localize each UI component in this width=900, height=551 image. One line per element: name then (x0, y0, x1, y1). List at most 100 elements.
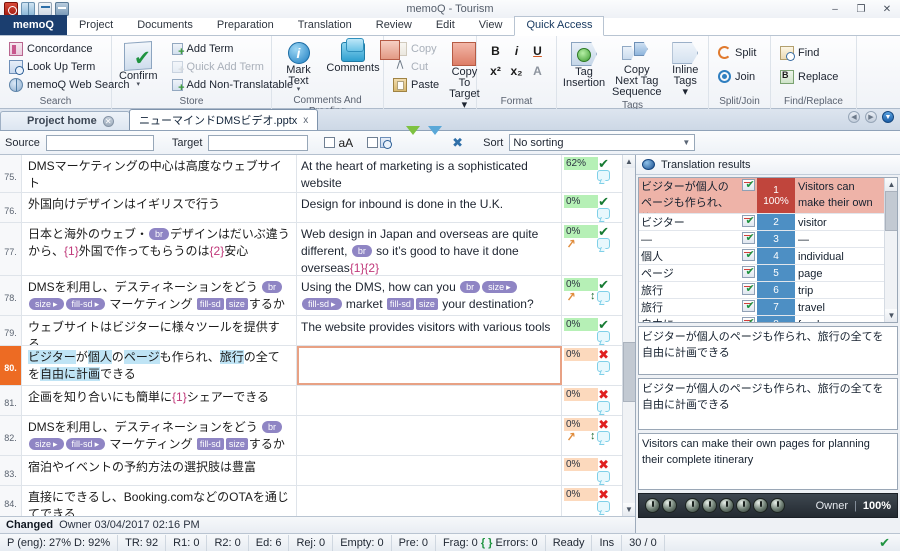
ribbon-tab-strip[interactable]: memoQ Project Documents Preparation Tran… (0, 15, 900, 36)
target-cell[interactable]: At the heart of marketing is a sophistic… (297, 155, 562, 193)
list-item[interactable]: ページ 5 page (639, 265, 884, 282)
status-cell[interactable]: 0% ✔ ↗ ↕ (562, 276, 622, 315)
segment-split-icon[interactable]: ↕ (590, 290, 596, 302)
status-cell[interactable]: 0% ✔ (562, 193, 622, 222)
mark-text-dropdown-arrow-icon[interactable]: ▾ (297, 86, 301, 93)
sort-select[interactable]: No sorting ▼ (509, 134, 696, 151)
underline-button[interactable]: U (530, 43, 545, 58)
list-item[interactable]: 旅行 6 trip (639, 282, 884, 299)
ribbon-tab-project[interactable]: Project (67, 16, 125, 35)
tab-project-home[interactable]: Project home ✕ (0, 111, 130, 130)
next-arrow-icon[interactable]: ▶ (865, 111, 877, 123)
clear-formatting-button[interactable]: A (530, 63, 545, 78)
comment-bubble-icon[interactable] (597, 501, 610, 513)
inline-tag[interactable]: size (29, 437, 64, 450)
replace-button[interactable]: Replace (775, 68, 843, 85)
tag-mismatch-icon[interactable]: ↗ (565, 289, 577, 304)
memoq-logo-icon[interactable] (4, 2, 18, 16)
comment-bubble-icon[interactable] (597, 290, 610, 302)
table-row[interactable]: 84. 直接にできるし、Booking.comなどのOTAを通じてできる 0% ✖ (0, 486, 622, 516)
ribbon-tab-view[interactable]: View (467, 16, 515, 35)
knob-icon[interactable] (753, 498, 768, 513)
ribbon-tab-edit[interactable]: Edit (424, 16, 467, 35)
row-number[interactable]: 80. (0, 345, 22, 385)
scroll-thumb[interactable] (622, 342, 635, 403)
filter-options-button[interactable] (427, 126, 443, 150)
cut-button[interactable]: Cut (388, 58, 444, 75)
italic-button[interactable]: i (509, 43, 524, 58)
close-icon[interactable]: ✕ (102, 115, 114, 127)
comment-bubble-icon[interactable] (597, 400, 610, 412)
row-number[interactable]: 76. (0, 193, 22, 223)
translation-grid-rows[interactable]: 75. DMSマーケティングの中心は高度なウェブサイト At the heart o… (0, 155, 622, 516)
document-tab-strip[interactable]: Project home ✕ ニューマインドDMSビデオ.pptx x ◀ ▶ … (0, 109, 900, 131)
source-cell[interactable]: 日本と海外のウェブ・ br デザインはだいぶ違うから、{1}外国で作ってもらうのは{… (22, 223, 297, 275)
table-row[interactable]: 78.DMSを利用し、デスティネーションをどう brsizefill-sd マー… (0, 275, 622, 316)
inline-tag[interactable]: size (29, 297, 64, 310)
source-cell[interactable]: 外国向けデザインはイギリスで行う (22, 193, 297, 223)
results-vertical-scrollbar[interactable]: ▲ ▼ (884, 178, 897, 322)
source-cell[interactable]: ビジターが個人のページも作られ、旅行の全てを自由に計画できる (22, 345, 297, 385)
comment-bubble-icon[interactable] (597, 430, 610, 442)
inline-tag[interactable]: br (460, 280, 481, 293)
source-cell[interactable]: DMSマーケティングの中心は高度なウェブサイト (22, 155, 297, 193)
scroll-track[interactable] (885, 191, 897, 309)
source-cell[interactable]: 宿泊やイベントの予約方法の選択肢は豊富 (22, 456, 297, 486)
target-cell[interactable] (297, 385, 562, 415)
source-cell[interactable]: DMSを利用し、デスティネーションをどう brsizefill-sd マーケティ… (22, 275, 297, 315)
quick-access-toolbar[interactable] (0, 2, 69, 16)
knob-icon[interactable] (645, 498, 660, 513)
scroll-down-arrow-icon[interactable]: ▼ (885, 309, 897, 322)
tag-mismatch-icon[interactable]: ↗ (565, 237, 577, 252)
table-row[interactable]: 79. ウェブサイトはビジターに様々ツールを提供する The website pro… (0, 315, 622, 346)
find-button[interactable]: Find (775, 44, 843, 61)
split-button[interactable]: Split (713, 44, 761, 61)
target-filter-input[interactable] (208, 134, 309, 151)
globe-icon[interactable] (21, 2, 35, 16)
scroll-track[interactable] (622, 168, 635, 503)
paste-button[interactable]: Paste (388, 76, 444, 93)
source-cell[interactable]: DMSを利用し、デスティネーションをどう brsizefill-sd マーケティ… (22, 415, 297, 456)
database-icon[interactable] (55, 2, 69, 16)
copy-next-tag-sequence-button[interactable]: Copy Next Tag Sequence (609, 40, 665, 100)
translation-results-list[interactable]: ビジターが個人のページも作られ、旅行 ...1100%Visitors can … (638, 177, 898, 323)
status-cell[interactable]: 0% ✖ (562, 346, 622, 385)
source-cell[interactable]: ウェブサイトはビジターに様々ツールを提供する (22, 315, 297, 345)
tab-nav-buttons[interactable]: ◀ ▶ ▼ (848, 111, 894, 123)
join-button[interactable]: Join (713, 68, 761, 85)
ribbon-tab-preparation[interactable]: Preparation (205, 16, 286, 35)
target-cell[interactable]: Design for inbound is done in the U.K. (297, 193, 562, 223)
inline-tag[interactable]: size (482, 280, 517, 293)
table-row[interactable]: 81. 企画を知り合いにも簡単に{1}シェアーできる 0% ✖ (0, 385, 622, 416)
row-number[interactable]: 75. (0, 155, 22, 193)
row-number[interactable]: 81. (0, 385, 22, 415)
status-cell[interactable]: 0% ✖ (562, 456, 622, 485)
case-sensitive-checkbox[interactable] (324, 137, 336, 148)
comment-bubble-icon[interactable] (597, 170, 610, 181)
row-number[interactable]: 79. (0, 315, 22, 345)
apply-filter-button[interactable] (405, 126, 421, 150)
inline-tag[interactable]: fill-sd (196, 297, 224, 310)
knob-icon[interactable] (719, 498, 734, 513)
knob-icon[interactable] (685, 498, 700, 513)
knob-icon[interactable] (662, 498, 677, 513)
list-item[interactable]: 自由に 8 freely (639, 316, 884, 322)
ribbon-tab-quick-access[interactable]: Quick Access (514, 16, 605, 36)
ribbon-tab-translation[interactable]: Translation (286, 16, 364, 35)
table-row[interactable]: 75. DMSマーケティングの中心は高度なウェブサイト At the heart o… (0, 155, 622, 194)
regex-checkbox[interactable] (367, 137, 379, 148)
prev-arrow-icon[interactable]: ◀ (848, 111, 860, 123)
translation-results-rows[interactable]: ビジターが個人のページも作られ、旅行 ...1100%Visitors can … (639, 178, 884, 322)
confirm-button[interactable]: ✔ Confirm ▾ (116, 40, 161, 90)
inline-tag[interactable]: fill-sd (65, 297, 106, 310)
list-item[interactable]: 旅行 7 travel (639, 299, 884, 316)
knob-icon[interactable] (770, 498, 785, 513)
segment-split-icon[interactable]: ↕ (590, 430, 596, 442)
close-button[interactable]: ✕ (874, 0, 900, 18)
table-row[interactable]: 82.DMSを利用し、デスティネーションをどう brsizefill-sd マー… (0, 415, 622, 457)
inline-tag[interactable]: fill-sd (196, 437, 224, 450)
inline-tag[interactable]: size (415, 297, 438, 310)
superscript-button[interactable]: x² (488, 63, 503, 78)
list-item[interactable]: ビジター 2 visitor (639, 214, 884, 231)
chevron-down-icon[interactable]: ▼ (682, 138, 690, 147)
